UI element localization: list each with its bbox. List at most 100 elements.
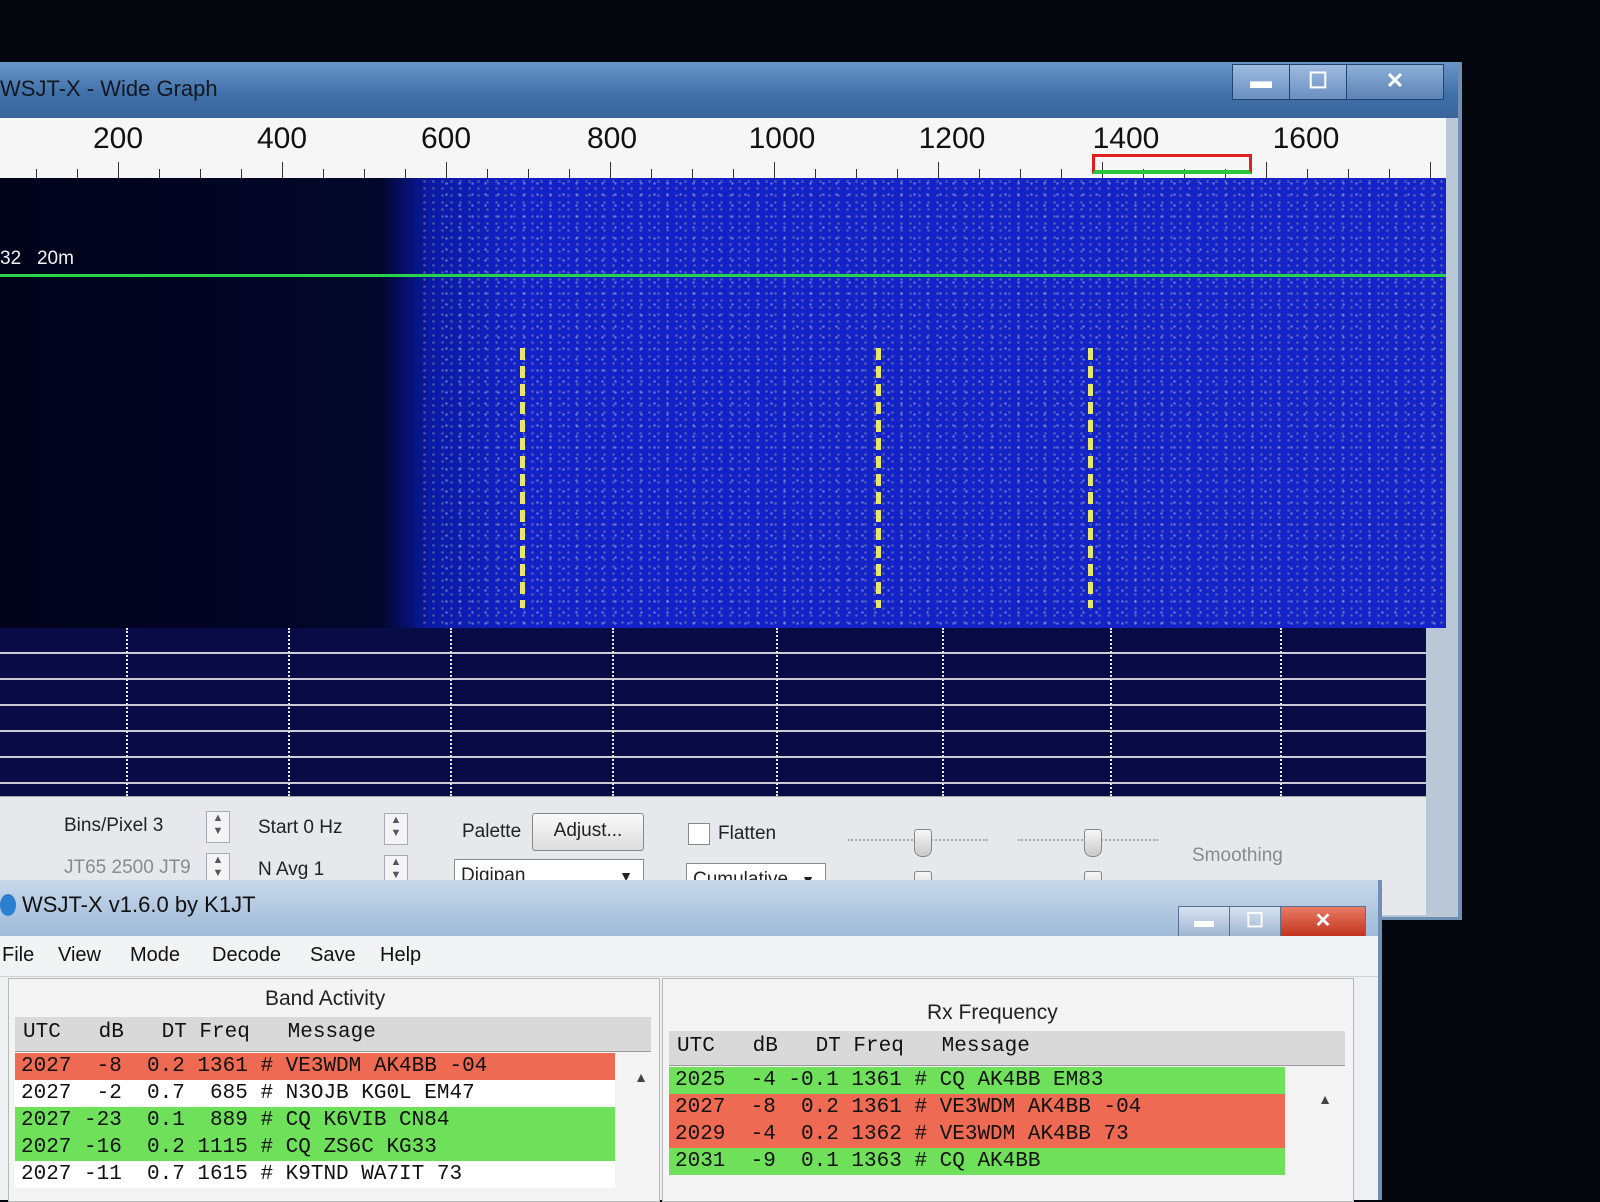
frequency-tick <box>1430 162 1431 178</box>
band-activity-title: Band Activity <box>265 987 386 1010</box>
decoded-message-row[interactable]: 2027 -8 0.2 1361 # VE3WDM AK4BB -04 <box>669 1094 1285 1121</box>
frequency-tick <box>36 169 37 178</box>
frequency-tick <box>528 169 529 178</box>
decoded-message-row[interactable]: 2027 -23 0.1 889 # CQ K6VIB CN84 <box>15 1107 615 1134</box>
menu-save[interactable]: Save <box>310 944 356 967</box>
decoded-message-row[interactable]: 2031 -9 0.1 1363 # CQ AK4BB <box>669 1148 1285 1175</box>
menu-decode[interactable]: Decode <box>212 944 281 967</box>
menu-file[interactable]: File <box>2 944 34 967</box>
scroll-up-icon[interactable]: ▲ <box>631 1069 651 1089</box>
wide-graph-window-controls: ▬ ☐ ✕ <box>1232 64 1444 100</box>
waterfall-display[interactable]: 32 20m <box>0 178 1446 628</box>
close-button[interactable]: ✕ <box>1280 906 1366 938</box>
rx-frequency-panel: Rx Frequency UTC dB DT Freq Message 2025… <box>662 978 1354 1202</box>
spectrum-gridline <box>776 628 778 796</box>
frequency-tick <box>610 162 611 178</box>
menu-mode[interactable]: Mode <box>130 944 180 967</box>
frequency-tick <box>364 169 365 178</box>
minimize-button[interactable]: ▬ <box>1232 64 1290 100</box>
frequency-tick <box>282 162 283 178</box>
menu-help[interactable]: Help <box>380 944 421 967</box>
band-activity-header: UTC dB DT Freq Message <box>15 1017 651 1052</box>
frequency-tick <box>487 169 488 178</box>
frequency-scale[interactable]: 200 400 600 800 1000 1200 1400 1600 <box>0 118 1446 179</box>
frequency-tick <box>405 169 406 178</box>
frequency-tick <box>1307 169 1308 178</box>
menu-bar: File View Mode Decode Save Help <box>0 936 1378 977</box>
decoded-message-row[interactable]: 2027 -2 0.7 685 # N3OJB KG0L EM47 <box>15 1080 615 1107</box>
decoded-message-row[interactable]: 2027 -16 0.2 1115 # CQ ZS6C KG33 <box>15 1134 615 1161</box>
waterfall-noise-fine <box>440 178 1446 628</box>
frequency-tick <box>159 169 160 178</box>
spectrum-gridline <box>288 628 290 796</box>
freq-label-600: 600 <box>420 122 472 155</box>
wide-graph-title: WSJT-X - Wide Graph <box>0 76 218 101</box>
main-window-controls: ▬ ☐ ✕ <box>1178 906 1366 938</box>
frequency-tick <box>938 162 939 178</box>
smoothing-label: Smoothing <box>1192 845 1283 866</box>
frequency-tick <box>1061 169 1062 178</box>
frequency-tick <box>897 169 898 178</box>
rx-frequency-title: Rx Frequency <box>927 1001 1058 1024</box>
frequency-tick <box>651 169 652 178</box>
rx-frequency-header: UTC dB DT Freq Message <box>669 1031 1345 1066</box>
rx-frequency-header-text: UTC dB DT Freq Message <box>677 1035 1030 1058</box>
frequency-tick <box>979 169 980 178</box>
spectrum-gridline <box>942 628 944 796</box>
mode-range-label: JT65 2500 JT9 <box>64 857 191 878</box>
start-frequency-spinner[interactable]: ▲ ▼ <box>384 813 408 845</box>
period-separator-line <box>0 274 1446 277</box>
app-icon <box>0 894 16 916</box>
decoded-message-row[interactable]: 2027 -11 0.7 1615 # K9TND WA7IT 73 <box>15 1161 615 1188</box>
band-activity-panel: Band Activity UTC dB DT Freq Message 202… <box>8 978 660 1202</box>
signal-trace <box>1088 348 1093 608</box>
freq-label-400: 400 <box>256 122 308 155</box>
main-titlebar[interactable]: WSJT-X v1.6.0 by K1JT ▬ ☐ ✕ <box>0 880 1378 938</box>
decoded-message-row[interactable]: 2027 -8 0.2 1361 # VE3WDM AK4BB -04 <box>15 1053 615 1080</box>
slider-handle[interactable] <box>1084 829 1102 857</box>
spectrum-plot[interactable] <box>0 628 1426 796</box>
wide-graph-titlebar[interactable]: WSJT-X - Wide Graph ▬ ☐ ✕ <box>0 62 1458 118</box>
band-activity-header-text: UTC dB DT Freq Message <box>23 1021 376 1044</box>
adjust-palette-button[interactable]: Adjust... <box>532 813 644 851</box>
flatten-label: Flatten <box>718 823 777 844</box>
palette-label: Palette <box>462 821 522 842</box>
minimize-button[interactable]: ▬ <box>1178 906 1230 938</box>
close-button[interactable]: ✕ <box>1346 64 1444 100</box>
spectrum-gridline <box>1280 628 1282 796</box>
frequency-tick <box>118 162 119 178</box>
frequency-tick <box>856 169 857 178</box>
n-avg-label: N Avg 1 <box>258 859 325 880</box>
decoded-message-row[interactable]: 2029 -4 0.2 1362 # VE3WDM AK4BB 73 <box>669 1121 1285 1148</box>
freq-label-1200: 1200 <box>918 122 986 155</box>
menu-view[interactable]: View <box>58 944 101 967</box>
main-window: WSJT-X v1.6.0 by K1JT ▬ ☐ ✕ File View Mo… <box>0 880 1382 1202</box>
frequency-tick <box>1348 169 1349 178</box>
slider-handle[interactable] <box>914 829 932 857</box>
frequency-tick <box>569 169 570 178</box>
frequency-tick <box>815 169 816 178</box>
freq-label-1400: 1400 <box>1092 122 1160 155</box>
spectrum-gain-slider[interactable] <box>1018 829 1158 861</box>
decoded-message-row[interactable]: 2025 -4 -0.1 1361 # CQ AK4BB EM83 <box>669 1067 1285 1094</box>
frequency-tick <box>1389 169 1390 178</box>
freq-label-800: 800 <box>586 122 638 155</box>
spectrum-gridline <box>450 628 452 796</box>
frequency-tick <box>1020 169 1021 178</box>
frequency-tick <box>446 162 447 178</box>
bins-per-pixel-spinner[interactable]: ▲ ▼ <box>206 811 230 843</box>
frequency-tick <box>774 162 775 178</box>
bins-per-pixel-label: Bins/Pixel 3 <box>64 815 164 836</box>
gain-slider[interactable] <box>848 829 988 861</box>
freq-label-200: 200 <box>92 122 144 155</box>
flatten-checkbox[interactable] <box>688 823 710 845</box>
freq-label-1600: 1600 <box>1272 122 1340 155</box>
frequency-tick <box>200 169 201 178</box>
maximize-button[interactable]: ☐ <box>1229 906 1281 938</box>
spectrum-gridline <box>126 628 128 796</box>
scroll-up-icon[interactable]: ▲ <box>1315 1091 1335 1111</box>
frequency-tick <box>692 169 693 178</box>
rx-frequency-marker[interactable] <box>1092 154 1252 174</box>
frequency-tick <box>733 169 734 178</box>
maximize-button[interactable]: ☐ <box>1289 64 1347 100</box>
